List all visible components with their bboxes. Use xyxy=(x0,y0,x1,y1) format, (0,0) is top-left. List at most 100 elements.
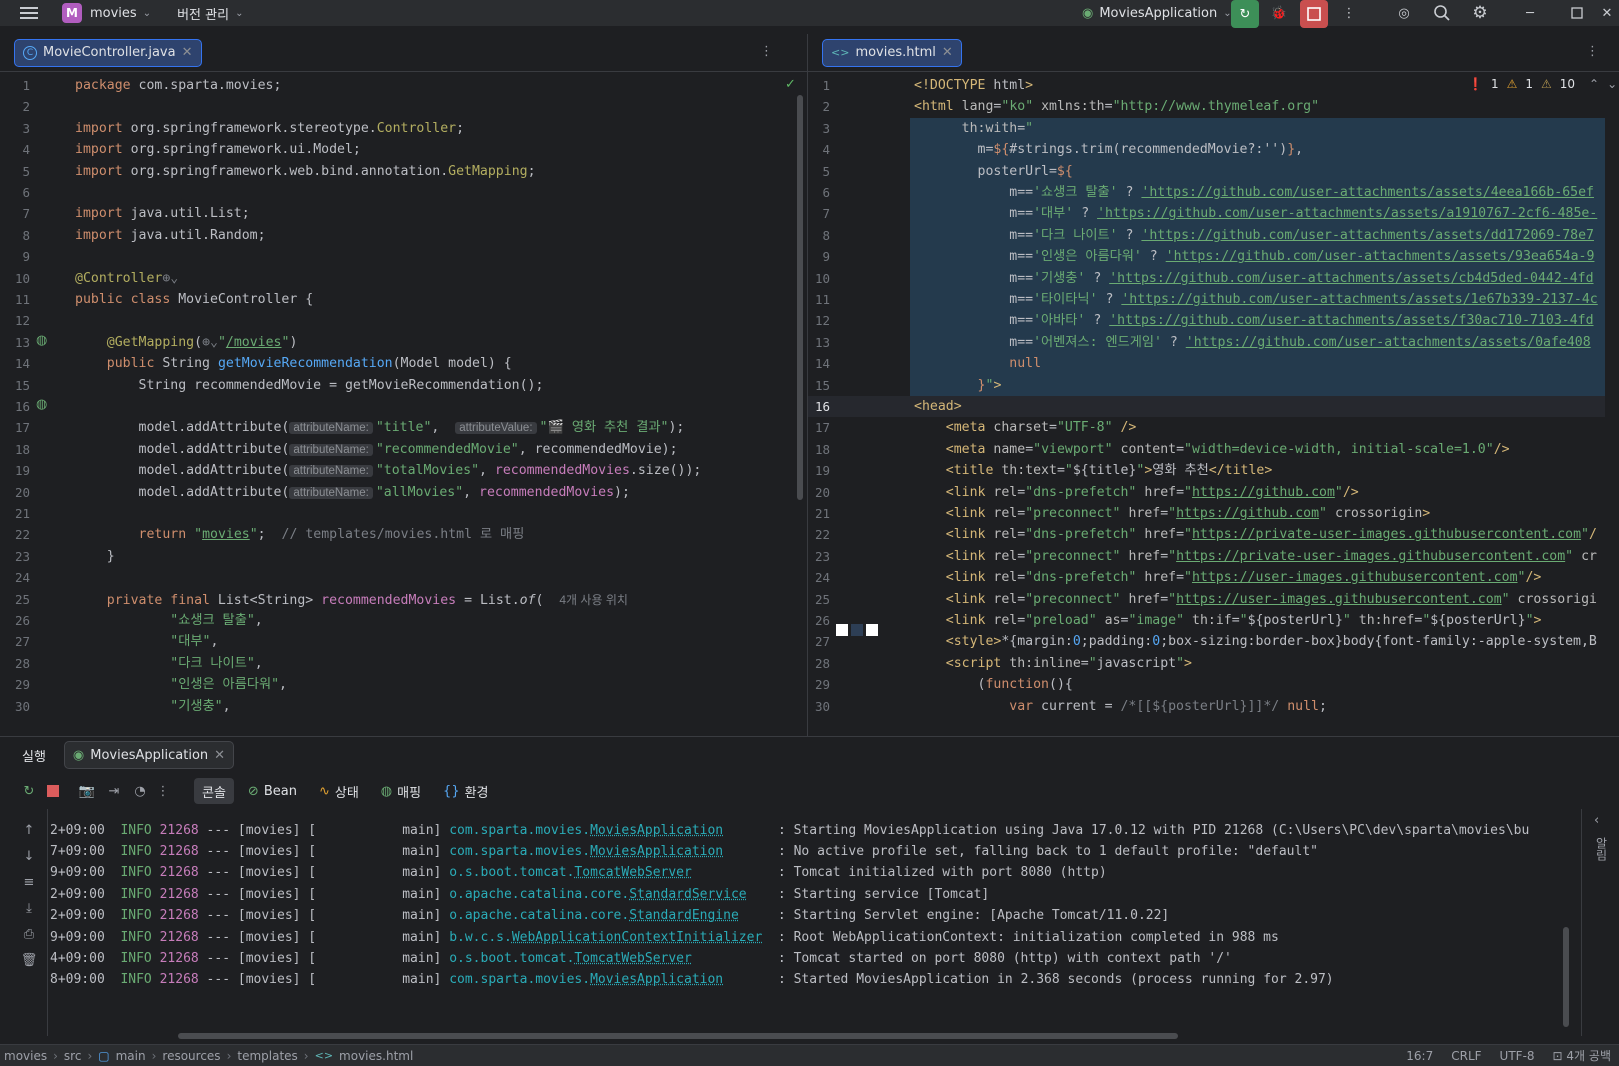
vertical-scrollbar[interactable] xyxy=(797,95,803,500)
line-number: 14 xyxy=(14,356,30,372)
settings-gear-icon[interactable]: ⚙ xyxy=(1470,3,1490,23)
ai-assistant-icon[interactable]: ◎ xyxy=(1394,3,1414,23)
line-number: 3 xyxy=(822,120,830,136)
breadcrumb-item[interactable]: src xyxy=(64,1049,82,1063)
log-logger[interactable]: b.w.c.s.WebApplicationContextInitializer xyxy=(449,930,762,945)
line-number: 5 xyxy=(822,163,830,179)
minimize-icon[interactable]: ─ xyxy=(1520,3,1540,23)
log-thread: --- [movies] [ main] xyxy=(198,822,450,838)
indent-setting[interactable]: ⊡ 4개 공백 xyxy=(1553,1047,1611,1064)
stop-button[interactable] xyxy=(1300,0,1328,28)
line-number: 28 xyxy=(14,655,30,671)
tab-beans[interactable]: ⊘ Bean xyxy=(240,778,305,804)
run-config-selector[interactable]: ◉ MoviesApplication ⌄ xyxy=(1082,0,1232,26)
line-number: 10 xyxy=(14,270,30,286)
chevron-left-icon[interactable]: ‹ xyxy=(1594,813,1599,828)
search-icon[interactable] xyxy=(1432,3,1452,23)
status-bar: movies › src › ▢ main › resources › templates › <> m… xyxy=(0,1044,1619,1066)
spring-boot-icon: ◉ xyxy=(1082,5,1094,21)
line-number: 23 xyxy=(814,548,830,564)
folder-icon: ▢ xyxy=(98,1048,110,1063)
console-scrollbar[interactable] xyxy=(1563,927,1569,1027)
tab-mappings[interactable]: ◍ 매핑 xyxy=(373,778,429,804)
code-line: <html lang="ko" xmlns:th="http://www.thy… xyxy=(914,99,1320,115)
debug-icon[interactable]: 🐞 xyxy=(1268,2,1290,24)
notifications-label[interactable]: 알림 xyxy=(1593,837,1610,861)
tab-movies-html[interactable]: <> movies.html ✕ xyxy=(822,38,962,67)
log-line: 8+09:00 INFO 21268 --- [movies] [ main] … xyxy=(50,969,1334,991)
breadcrumb-item[interactable]: templates xyxy=(237,1049,297,1063)
chevron-down-icon[interactable]: ⌄ xyxy=(1607,77,1617,91)
bean-label: Bean xyxy=(263,783,297,799)
log-level: INFO xyxy=(120,843,160,859)
vcs-menu[interactable]: 버전 관리 ⌄ xyxy=(177,0,243,26)
code-line: model.addAttribute(attributeName: "totalM… xyxy=(75,463,702,479)
code-line: "쇼생크 탈출", xyxy=(170,613,263,628)
tab-console[interactable]: 콘솔 xyxy=(194,778,234,804)
log-time: 2+09:00 xyxy=(50,886,121,902)
log-logger[interactable]: com.sparta.movies.MoviesApplication xyxy=(449,844,723,859)
code-line: import org.springframework.ui.Model; xyxy=(75,142,361,158)
bean-gutter-icon[interactable]: ◍ xyxy=(36,397,47,412)
code-line: <style>*{margin:0;padding:0;box-sizing:b… xyxy=(945,634,1597,650)
log-line: 9+09:00 INFO 21268 --- [movies] [ main] … xyxy=(50,926,1279,948)
main-menu-icon[interactable] xyxy=(18,0,40,26)
console-hscrollbar[interactable] xyxy=(178,1033,1178,1039)
close-tab-icon[interactable]: ✕ xyxy=(942,45,953,60)
close-tab-icon[interactable]: ✕ xyxy=(214,748,225,763)
project-selector[interactable]: M movies ⌄ xyxy=(62,0,151,26)
java-code-editor[interactable]: ✓ ◍ ◍ 1 package com.sparta.movies; 2 3 impor… xyxy=(0,73,807,736)
stop-icon[interactable] xyxy=(44,785,62,797)
tab-run-moviesapplication[interactable]: ◉ MoviesApplication ✕ xyxy=(63,741,235,769)
log-logger[interactable]: o.s.boot.tomcat.TomcatWebServer xyxy=(449,865,692,880)
code-line: m=='아바타' ? 'https://github.com/user-atta… xyxy=(914,313,1594,329)
tab-environment[interactable]: {} 환경 xyxy=(435,778,496,804)
html-code-editor[interactable]: ❗1 ⚠1 ⚠10 ⌃ ⌄ 💡 1<!DOCTYPE html>2<html l… xyxy=(808,73,1619,736)
close-window-icon[interactable]: ✕ xyxy=(1598,3,1616,23)
line-number: 18 xyxy=(814,441,830,457)
exit-icon[interactable]: ⇥ xyxy=(104,784,124,799)
tab-moviecontroller[interactable]: C MovieController.java ✕ xyxy=(14,38,202,67)
console-label: 콘솔 xyxy=(202,785,226,801)
log-logger[interactable]: o.apache.catalina.core.StandardService xyxy=(449,887,746,902)
rerun-icon[interactable]: ↻ xyxy=(20,784,38,799)
breadcrumb-item[interactable]: resources xyxy=(162,1049,220,1063)
maximize-icon[interactable] xyxy=(1567,3,1587,23)
line-separator[interactable]: CRLF xyxy=(1451,1049,1481,1063)
line-number: 13 xyxy=(14,334,30,350)
line-number: 17 xyxy=(14,420,30,436)
code-line: model.addAttribute(attributeName: "title"… xyxy=(75,420,685,436)
line-number: 11 xyxy=(814,292,830,307)
code-line: <meta charset="UTF-8" /> xyxy=(945,420,1137,436)
code-line: <link rel="preconnect" href="https://pri… xyxy=(945,548,1597,564)
log-logger[interactable]: com.sparta.movies.MoviesApplication xyxy=(449,972,723,987)
log-time: 4+09:00 xyxy=(50,950,121,966)
line-number: 30 xyxy=(814,698,830,714)
line-number: 29 xyxy=(14,677,30,693)
console-output[interactable]: 2+09:00 INFO 21268 --- [movies] [ main] … xyxy=(0,811,1579,1006)
log-logger[interactable]: o.apache.catalina.core.StandardEngine xyxy=(449,908,739,923)
line-number: 15 xyxy=(814,377,830,393)
code-line: "인생은 아름다워", xyxy=(170,677,287,693)
rerun-button[interactable]: ↻ xyxy=(1231,0,1259,28)
line-number: 1 xyxy=(22,78,30,93)
log-line: 2+09:00 INFO 21268 --- [movies] [ main] … xyxy=(50,905,1169,927)
log-pid: 21268 xyxy=(159,950,199,966)
tab-health[interactable]: ∿ 상태 xyxy=(311,778,367,804)
more-options-icon[interactable]: ⋮ xyxy=(156,784,170,799)
close-tab-icon[interactable]: ✕ xyxy=(182,45,193,60)
bean-gutter-icon[interactable]: ◍ xyxy=(36,333,47,348)
file-encoding[interactable]: UTF-8 xyxy=(1500,1049,1535,1063)
tab-options-icon[interactable]: ⋮ xyxy=(1586,44,1599,59)
code-line: public class MovieController { xyxy=(75,292,314,307)
dashboard-icon[interactable]: ◔ xyxy=(130,784,150,799)
caret-position[interactable]: 16:7 xyxy=(1406,1049,1433,1063)
tab-options-icon[interactable]: ⋮ xyxy=(760,44,773,59)
breadcrumb-item[interactable]: main xyxy=(116,1049,146,1063)
camera-icon[interactable]: 📷 xyxy=(76,784,98,799)
log-logger[interactable]: o.s.boot.tomcat.TomcatWebServer xyxy=(449,951,692,966)
more-actions-icon[interactable]: ⋮ xyxy=(1340,3,1358,23)
breadcrumb-item[interactable]: movies.html xyxy=(339,1049,413,1063)
log-logger[interactable]: com.sparta.movies.MoviesApplication xyxy=(449,823,723,838)
breadcrumb-item[interactable]: movies xyxy=(4,1049,47,1063)
